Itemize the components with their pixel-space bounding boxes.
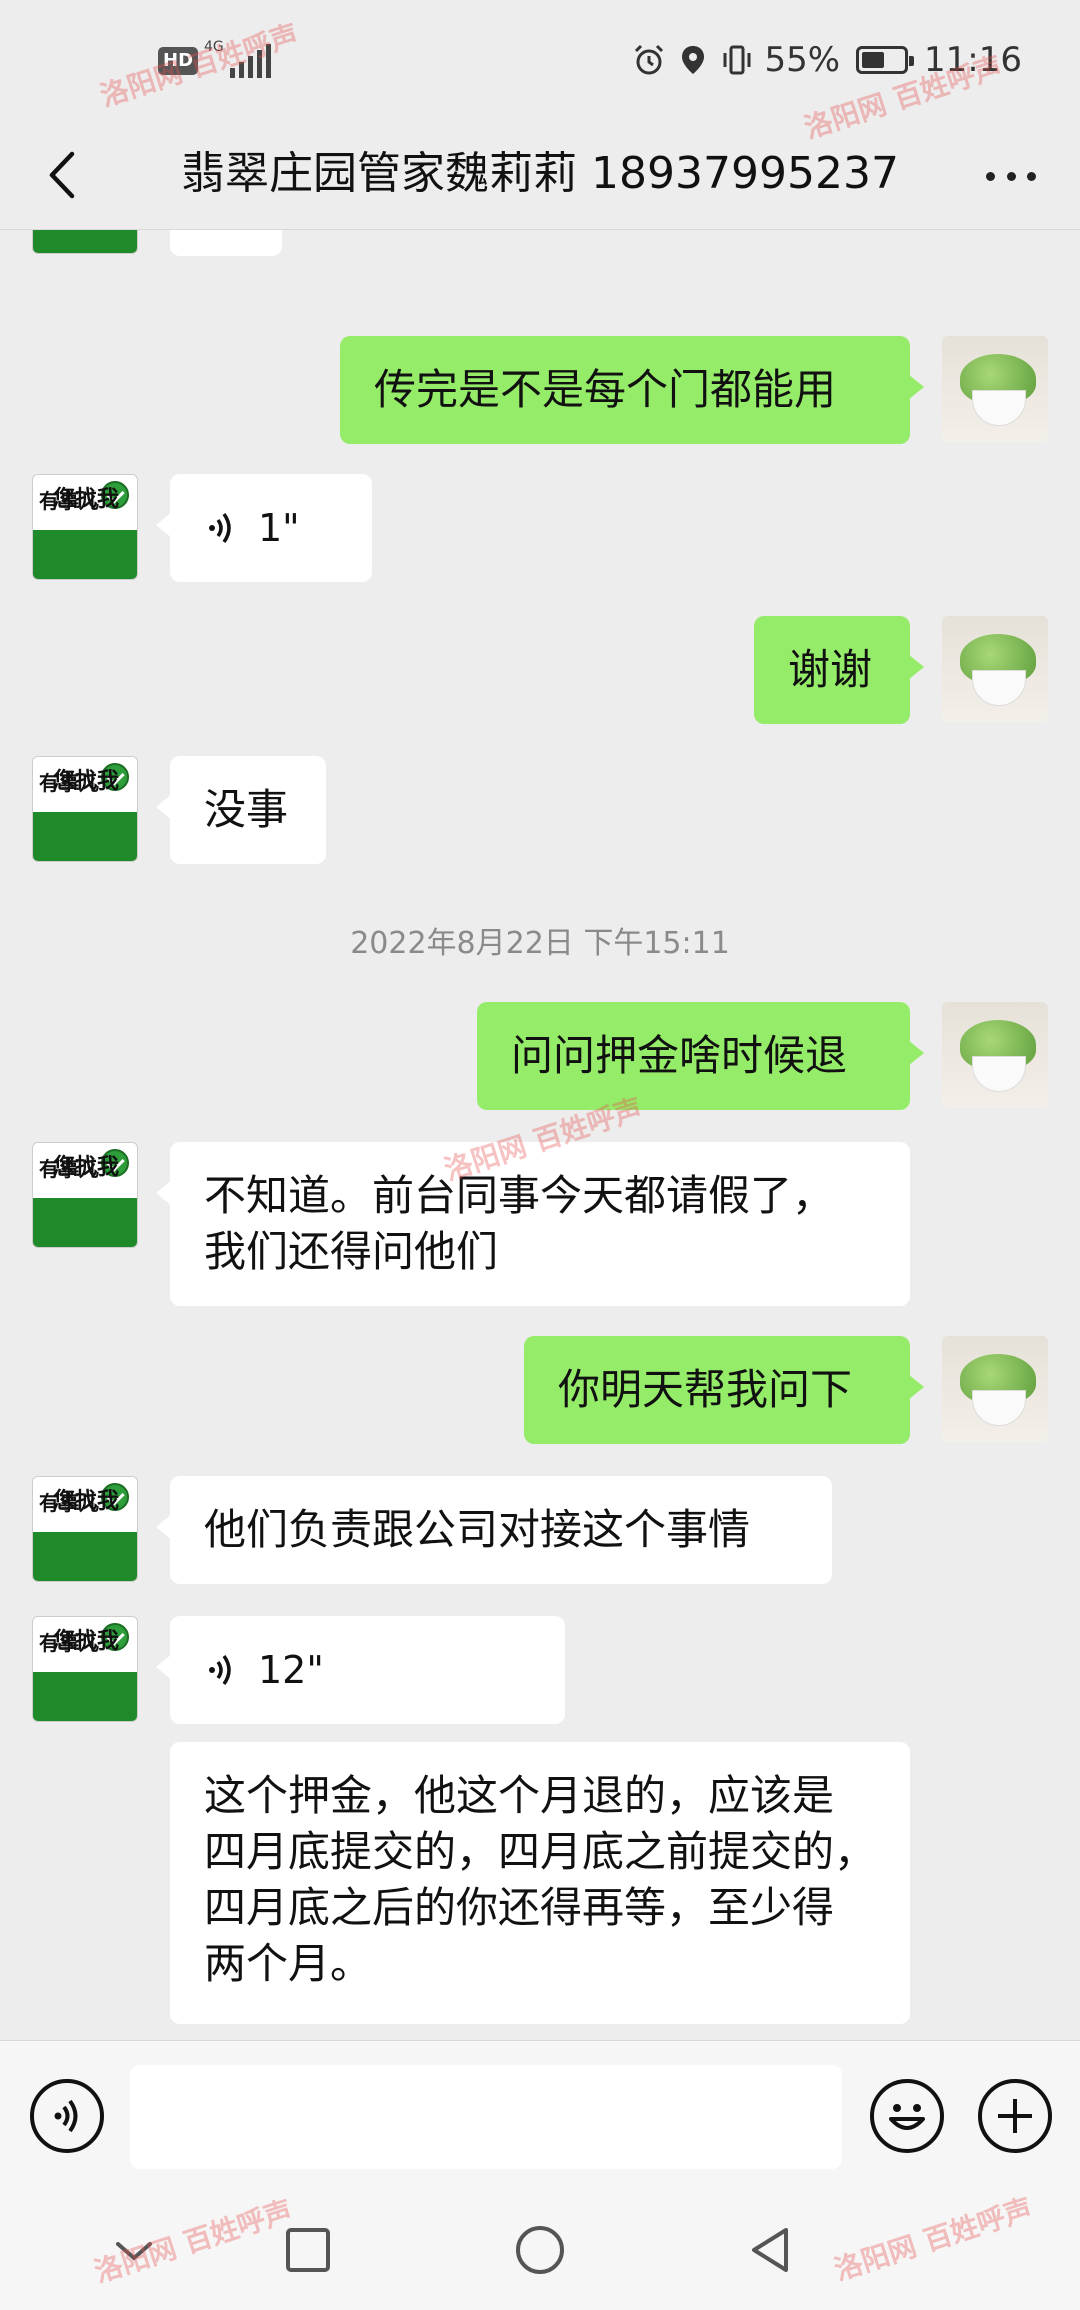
alarm-icon bbox=[635, 44, 664, 75]
chat-header: 翡翠庄园管家魏莉莉 18937995237 bbox=[0, 120, 1080, 230]
battery-icon bbox=[856, 46, 915, 74]
status-bar: HD 4G 55% 11:16 bbox=[0, 0, 1080, 120]
text-message[interactable]: 他们负责跟公司对接这个事情 bbox=[156, 1476, 832, 1584]
input-bar bbox=[0, 2040, 1080, 2190]
status-left: HD 4G bbox=[158, 39, 271, 78]
signal-icon bbox=[229, 44, 271, 78]
my-avatar[interactable] bbox=[942, 1002, 1048, 1108]
nav-recents-icon[interactable] bbox=[278, 2220, 338, 2280]
hd-badge: HD bbox=[158, 47, 199, 75]
message-timestamp: 2022年8月22日 下午15:11 bbox=[350, 926, 730, 961]
nav-home-icon[interactable] bbox=[510, 2220, 570, 2280]
battery-fill bbox=[862, 52, 885, 68]
voice-duration: 1" bbox=[258, 506, 300, 550]
contact-avatar[interactable]: 有事儿您找我 bbox=[32, 756, 138, 862]
voice-message[interactable]: 12" bbox=[156, 1616, 565, 1724]
my-avatar[interactable] bbox=[942, 1336, 1048, 1442]
contact-avatar[interactable]: 有事儿您找我 bbox=[32, 1616, 138, 1722]
location-icon bbox=[682, 46, 705, 74]
contact-avatar[interactable]: 有事儿您找我 bbox=[32, 474, 138, 580]
voice-wave-icon bbox=[209, 512, 231, 544]
voice-wave-icon bbox=[209, 1654, 231, 1686]
voice-duration: 12" bbox=[258, 1648, 324, 1692]
network-type: 4G bbox=[204, 39, 224, 55]
more-dots-icon[interactable] bbox=[976, 148, 1046, 204]
text-message[interactable]: 谢谢 bbox=[754, 616, 924, 724]
contact-avatar[interactable]: 有事儿您找我 bbox=[32, 230, 138, 254]
text-message[interactable]: 好 bbox=[170, 230, 282, 256]
voice-message[interactable]: 1" bbox=[156, 474, 372, 582]
emoji-icon[interactable] bbox=[870, 2079, 944, 2153]
message-input[interactable] bbox=[130, 2065, 842, 2169]
text-message[interactable]: 没事 bbox=[156, 756, 326, 864]
battery-percent: 55% bbox=[764, 40, 841, 80]
my-avatar[interactable] bbox=[942, 336, 1048, 442]
plus-icon[interactable] bbox=[978, 2079, 1052, 2153]
my-avatar[interactable] bbox=[942, 616, 1048, 722]
back-arrow-icon[interactable] bbox=[30, 140, 100, 210]
contact-avatar[interactable]: 有事儿您找我 bbox=[32, 1142, 138, 1248]
text-message[interactable]: 这个押金，他这个月退的，应该是 四月底提交的，四月底之前提交的， 四月底之后的你… bbox=[170, 1742, 910, 2024]
nav-collapse-icon[interactable] bbox=[104, 2220, 164, 2280]
chat-title: 翡翠庄园管家魏莉莉 18937995237 bbox=[181, 148, 899, 199]
message-list[interactable]: 有事儿您找我好传完是不是每个门都能用有事儿您找我1"谢谢有事儿您找我没事2022… bbox=[0, 230, 1080, 2040]
system-nav-bar bbox=[0, 2190, 1080, 2310]
nav-back-icon[interactable] bbox=[740, 2220, 800, 2280]
text-message[interactable]: 问问押金啥时候退 bbox=[477, 1002, 924, 1110]
contact-avatar[interactable]: 有事儿您找我 bbox=[32, 1476, 138, 1582]
text-message[interactable]: 不知道。前台同事今天都请假了， 我们还得问他们 bbox=[156, 1142, 910, 1306]
vibrate-icon bbox=[723, 45, 751, 75]
clock: 11:16 bbox=[924, 40, 1022, 80]
text-message[interactable]: 传完是不是每个门都能用 bbox=[340, 336, 924, 444]
voice-input-icon[interactable] bbox=[30, 2079, 104, 2153]
text-message[interactable]: 你明天帮我问下 bbox=[524, 1336, 924, 1444]
status-right: 55% 11:16 bbox=[632, 40, 1022, 80]
